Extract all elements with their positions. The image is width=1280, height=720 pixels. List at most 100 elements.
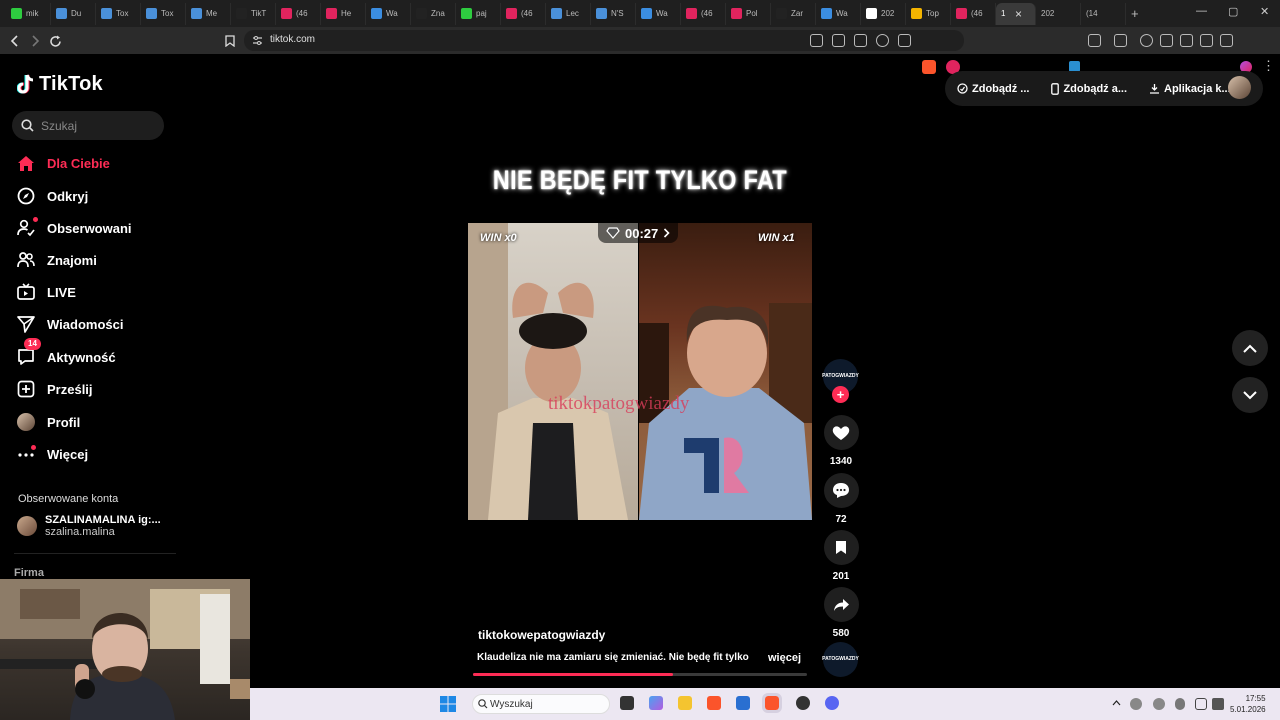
bookmark-icon[interactable] — [221, 32, 239, 50]
leo-ai-icon[interactable] — [1200, 34, 1213, 47]
browser-tab[interactable]: Tox — [96, 2, 141, 25]
browser-tab[interactable]: (46 — [501, 2, 546, 25]
nav-item-for-you[interactable]: Dla Ciebie — [17, 151, 110, 175]
previous-video-button[interactable] — [1232, 330, 1268, 366]
file-explorer-icon[interactable] — [678, 696, 692, 710]
translate-icon[interactable] — [854, 34, 867, 47]
browser-tab[interactable]: Tox — [141, 2, 186, 25]
share-action[interactable]: 580 — [823, 587, 859, 639]
brave-shields-icon[interactable] — [922, 60, 936, 74]
menu-icon[interactable]: ⋮ — [1262, 58, 1275, 74]
nav-item-friends[interactable]: Znajomi — [17, 248, 97, 272]
follow-button[interactable]: + — [832, 386, 849, 403]
tracking-off-icon[interactable] — [810, 34, 823, 47]
user-avatar[interactable] — [1228, 76, 1251, 99]
new-tab-button[interactable]: + — [1126, 3, 1171, 25]
followed-account-item[interactable]: SZALINAMALINA ig:... szalina.malina — [17, 514, 161, 538]
video-progress-bar[interactable] — [473, 673, 807, 676]
store-icon[interactable] — [736, 696, 750, 710]
forward-icon[interactable] — [26, 32, 44, 50]
browser-tab[interactable]: Pol — [726, 2, 771, 25]
comment-button[interactable] — [823, 473, 859, 508]
browser-tab[interactable]: 202 — [1036, 2, 1081, 25]
share-button[interactable] — [823, 587, 859, 622]
tiktok-logo[interactable]: TikTok — [17, 73, 103, 96]
browser-tab-active[interactable]: 1 × — [996, 2, 1036, 25]
nav-item-upload[interactable]: Prześlij — [17, 377, 93, 401]
taskbar-search[interactable]: Wyszukaj — [472, 694, 610, 714]
browser-tab[interactable]: (14 — [1081, 2, 1126, 25]
zoom-icon[interactable] — [876, 34, 889, 47]
windows-start-icon[interactable] — [440, 696, 456, 712]
media-icon[interactable] — [1140, 34, 1153, 47]
video-author[interactable]: tiktokowepatogwiazdy — [478, 628, 605, 642]
microphone-icon[interactable] — [1175, 698, 1185, 710]
wallet-icon[interactable] — [1180, 34, 1193, 47]
browser-tab[interactable]: Me — [186, 2, 231, 25]
browser-tab[interactable]: Top — [906, 2, 951, 25]
more-button[interactable]: więcej — [768, 652, 801, 664]
sound-avatar[interactable]: PATOGWIAZDY — [822, 642, 859, 677]
minimize-window-icon[interactable]: — — [1196, 5, 1207, 17]
battle-timer[interactable]: 00:27 — [598, 223, 679, 243]
browser-tab[interactable]: mik — [6, 2, 51, 25]
back-icon[interactable] — [6, 32, 24, 50]
tray-chevron-up-icon[interactable] — [1112, 700, 1121, 706]
nav-item-activity[interactable]: Aktywność 14 — [17, 338, 116, 369]
extensions-icon[interactable] — [1088, 34, 1101, 47]
tab-search-icon[interactable] — [1114, 34, 1127, 47]
comment-action[interactable]: 72 — [823, 473, 859, 525]
taskbar-clock[interactable]: 17:55 5.01.2026 — [1230, 693, 1266, 715]
browser-tab[interactable]: (46 — [951, 2, 996, 25]
video-player[interactable]: tiktokpatogwiazdy WIN x0 WIN x1 00:27 — [468, 223, 812, 520]
browser-tab[interactable]: Zar — [771, 2, 816, 25]
browser-tab[interactable]: Lec — [546, 2, 591, 25]
browser-tab[interactable]: (46 — [681, 2, 726, 25]
save-action[interactable]: 201 — [823, 530, 859, 582]
next-video-button[interactable] — [1232, 377, 1268, 413]
get-app-button[interactable]: Zdobądź a... — [1051, 83, 1127, 95]
browser-tab[interactable]: Du — [51, 2, 96, 25]
nav-item-following[interactable]: Obserwowani — [17, 216, 132, 240]
maximize-window-icon[interactable]: ▢ — [1228, 5, 1238, 18]
browser-tab[interactable]: 202 — [861, 2, 906, 25]
vpn-icon[interactable] — [1220, 34, 1233, 47]
tray-app-icon[interactable] — [1130, 698, 1142, 710]
obs-icon[interactable] — [796, 696, 810, 710]
url-text[interactable]: tiktok.com — [270, 34, 315, 45]
nav-item-more[interactable]: Więcej — [17, 442, 88, 466]
brave-browser-icon[interactable] — [707, 696, 721, 710]
cast-icon[interactable] — [832, 34, 845, 47]
tray-cloud-icon[interactable] — [1153, 698, 1165, 710]
browser-tab[interactable]: Zna — [411, 2, 456, 25]
browser-tab[interactable]: paj — [456, 2, 501, 25]
nav-item-profile[interactable]: Profil — [17, 410, 80, 434]
share-icon[interactable] — [898, 34, 911, 47]
footer-section-title[interactable]: Firma — [14, 567, 44, 579]
reload-icon[interactable] — [46, 32, 64, 50]
nav-item-live[interactable]: LIVE — [17, 280, 76, 304]
nav-item-messages[interactable]: Wiadomości — [17, 312, 123, 336]
desktop-app-button[interactable]: Aplikacja k... — [1149, 83, 1231, 95]
close-window-icon[interactable]: ✕ — [1260, 5, 1269, 18]
browser-tab[interactable]: Wa — [636, 2, 681, 25]
search-input[interactable]: Szukaj — [12, 111, 164, 140]
task-view-icon[interactable] — [620, 696, 634, 710]
discord-icon[interactable] — [825, 696, 839, 710]
browser-tab[interactable]: He — [321, 2, 366, 25]
site-info-icon[interactable] — [252, 35, 263, 46]
network-icon[interactable] — [1195, 698, 1207, 710]
browser-tab[interactable]: N'S — [591, 2, 636, 25]
like-action[interactable]: 1340 — [823, 415, 859, 467]
browser-tab[interactable]: Wa — [366, 2, 411, 25]
volume-icon[interactable] — [1212, 698, 1224, 710]
get-coins-button[interactable]: Zdobądź ... — [957, 83, 1029, 95]
brave-browser-active-icon[interactable] — [762, 693, 782, 713]
close-tab-icon[interactable]: × — [1011, 7, 1025, 21]
save-button[interactable] — [823, 530, 859, 565]
copilot-icon[interactable] — [649, 696, 663, 710]
like-button[interactable] — [823, 415, 859, 450]
browser-tab[interactable]: Wa — [816, 2, 861, 25]
sidebar-icon[interactable] — [1160, 34, 1173, 47]
browser-tab[interactable]: TikT — [231, 2, 276, 25]
